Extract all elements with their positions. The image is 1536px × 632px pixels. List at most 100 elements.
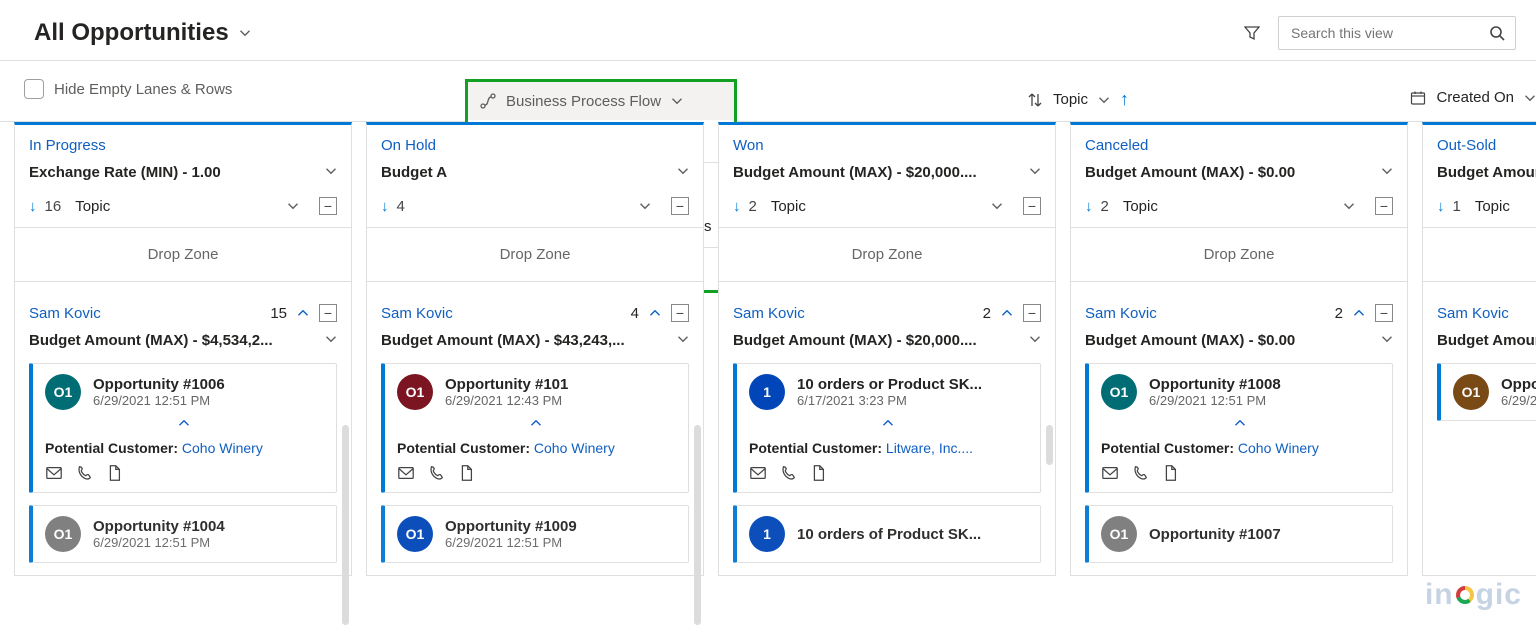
opportunity-card[interactable]: 1 10 orders of Product SK...	[733, 505, 1041, 563]
lane-sort-select[interactable]: Topic	[75, 198, 305, 215]
email-icon[interactable]	[397, 464, 415, 482]
lane-metric[interactable]: Budget Amount (MAX) - $0.00	[1085, 164, 1393, 181]
swimlane-metric[interactable]: Budget Amount (MAX) - $43,243,...	[381, 332, 689, 349]
document-icon[interactable]	[1161, 464, 1179, 482]
card-date: 6/29/2021 12:51 PM	[445, 535, 577, 550]
lane-sort-select[interactable]: Topic	[771, 198, 1009, 215]
avatar: O1	[1101, 374, 1137, 410]
lane-sort-row: ↓2 Topic −	[733, 197, 1041, 215]
swimlane-owner[interactable]: Sam Kovic	[1437, 305, 1509, 322]
hide-empty-lanes-toggle[interactable]: Hide Empty Lanes & Rows	[24, 79, 232, 99]
lane-count[interactable]: ↓16	[29, 198, 61, 215]
lane-metric[interactable]: Exchange Rate (MIN) - 1.00	[29, 164, 337, 181]
card-expand-toggle[interactable]	[749, 416, 1026, 434]
phone-icon[interactable]	[1131, 464, 1149, 482]
checkbox-icon[interactable]	[24, 79, 44, 99]
dropzone[interactable]: Drop Zone	[1437, 228, 1536, 281]
chevron-down-icon[interactable]	[677, 164, 689, 181]
bpf-dropdown-header[interactable]: Business Process Flow	[468, 82, 734, 120]
opportunity-card[interactable]: O1 Opportunity #1007	[1085, 505, 1393, 563]
lane-sort-select[interactable]	[419, 200, 657, 212]
lane-count[interactable]: ↓2	[733, 198, 757, 215]
customer-link[interactable]: Coho Winery	[182, 440, 263, 456]
lane-metric[interactable]: Budget A	[381, 164, 689, 181]
collapse-icon[interactable]: −	[671, 197, 689, 215]
customer-link[interactable]: Litware, Inc....	[886, 440, 973, 456]
swimlane: Sam Kovic 4 − Budget Amount (MAX) - $43,…	[381, 304, 689, 563]
dropzone[interactable]: Drop Zone	[29, 228, 337, 281]
created-on-group[interactable]: Created On	[1410, 89, 1536, 106]
chevron-down-icon[interactable]	[325, 164, 337, 181]
chevron-down-icon[interactable]	[1381, 164, 1393, 181]
lane-count[interactable]: ↓4	[381, 198, 405, 215]
opportunity-card[interactable]: O1 Oppor 6/29/20	[1437, 363, 1536, 421]
dropzone[interactable]: Drop Zone	[733, 228, 1041, 281]
phone-icon[interactable]	[779, 464, 797, 482]
opportunity-card[interactable]: 1 10 orders or Product SK... 6/17/2021 3…	[733, 363, 1041, 493]
phone-icon[interactable]	[427, 464, 445, 482]
lane-title[interactable]: Out-Sold	[1437, 137, 1536, 154]
document-icon[interactable]	[457, 464, 475, 482]
search-icon[interactable]	[1489, 25, 1505, 41]
swimlane-metric[interactable]: Budget Amount (MAX) - $0.00	[1085, 332, 1393, 349]
collapse-up-icon[interactable]	[1001, 307, 1013, 319]
lane-metric[interactable]: Budget Amoun	[1437, 164, 1536, 181]
phone-icon[interactable]	[75, 464, 93, 482]
collapse-icon[interactable]: −	[671, 304, 689, 322]
lane-title[interactable]: Canceled	[1085, 137, 1393, 154]
lane-metric[interactable]: Budget Amount (MAX) - $20,000....	[733, 164, 1041, 181]
document-icon[interactable]	[809, 464, 827, 482]
collapse-icon[interactable]: −	[1375, 197, 1393, 215]
lane-title[interactable]: In Progress	[29, 137, 337, 154]
collapse-up-icon[interactable]	[178, 417, 190, 429]
collapse-icon[interactable]: −	[1375, 304, 1393, 322]
sort-direction-up-icon[interactable]: ↑	[1120, 89, 1129, 110]
customer-link[interactable]: Coho Winery	[534, 440, 615, 456]
document-icon[interactable]	[105, 464, 123, 482]
lane-title[interactable]: On Hold	[381, 137, 689, 154]
collapse-up-icon[interactable]	[1353, 307, 1365, 319]
dropzone[interactable]: Drop Zone	[1085, 228, 1393, 281]
collapse-icon[interactable]: −	[319, 197, 337, 215]
opportunity-card[interactable]: O1 Opportunity #1004 6/29/2021 12:51 PM	[29, 505, 337, 563]
sort-group[interactable]: Topic ↑	[1027, 89, 1129, 110]
lane-sort-select[interactable]: Topic	[1475, 198, 1536, 215]
card-expand-toggle[interactable]	[397, 416, 674, 434]
lane-sort-select[interactable]: Topic	[1123, 198, 1361, 215]
opportunity-card[interactable]: O1 Opportunity #1009 6/29/2021 12:51 PM	[381, 505, 689, 563]
search-box[interactable]	[1278, 16, 1516, 50]
card-title: 10 orders or Product SK...	[797, 376, 982, 393]
swimlane-metric[interactable]: Budget Amount (MAX) - $20,000....	[733, 332, 1041, 349]
swimlane-metric[interactable]: Budget Amount (MAX) - $4,534,2...	[29, 332, 337, 349]
swimlane-owner[interactable]: Sam Kovic	[29, 305, 101, 322]
dropzone[interactable]: Drop Zone	[381, 228, 689, 281]
email-icon[interactable]	[45, 464, 63, 482]
collapse-up-icon[interactable]	[530, 417, 542, 429]
card-expand-toggle[interactable]	[1101, 416, 1378, 434]
chevron-down-icon[interactable]	[1029, 164, 1041, 181]
swimlane-owner[interactable]: Sam Kovic	[733, 305, 805, 322]
collapse-icon[interactable]: −	[1023, 197, 1041, 215]
collapse-icon[interactable]: −	[1023, 304, 1041, 322]
lane-title[interactable]: Won	[733, 137, 1041, 154]
lane-count[interactable]: ↓2	[1085, 198, 1109, 215]
collapse-up-icon[interactable]	[882, 417, 894, 429]
email-icon[interactable]	[749, 464, 767, 482]
customer-link[interactable]: Coho Winery	[1238, 440, 1319, 456]
collapse-up-icon[interactable]	[297, 307, 309, 319]
lane-count[interactable]: ↓1	[1437, 198, 1461, 215]
view-title-dropdown[interactable]: All Opportunities	[34, 19, 251, 47]
collapse-up-icon[interactable]	[1234, 417, 1246, 429]
filter-icon[interactable]	[1244, 25, 1260, 41]
email-icon[interactable]	[1101, 464, 1119, 482]
swimlane-owner[interactable]: Sam Kovic	[381, 305, 453, 322]
collapse-icon[interactable]: −	[319, 304, 337, 322]
swimlane-metric[interactable]: Budget Amount	[1437, 332, 1536, 349]
opportunity-card[interactable]: O1 Opportunity #1006 6/29/2021 12:51 PM …	[29, 363, 337, 493]
search-input[interactable]	[1289, 24, 1479, 42]
collapse-up-icon[interactable]	[649, 307, 661, 319]
opportunity-card[interactable]: O1 Opportunity #101 6/29/2021 12:43 PM P…	[381, 363, 689, 493]
card-expand-toggle[interactable]	[45, 416, 322, 434]
opportunity-card[interactable]: O1 Opportunity #1008 6/29/2021 12:51 PM …	[1085, 363, 1393, 493]
swimlane-owner[interactable]: Sam Kovic	[1085, 305, 1157, 322]
